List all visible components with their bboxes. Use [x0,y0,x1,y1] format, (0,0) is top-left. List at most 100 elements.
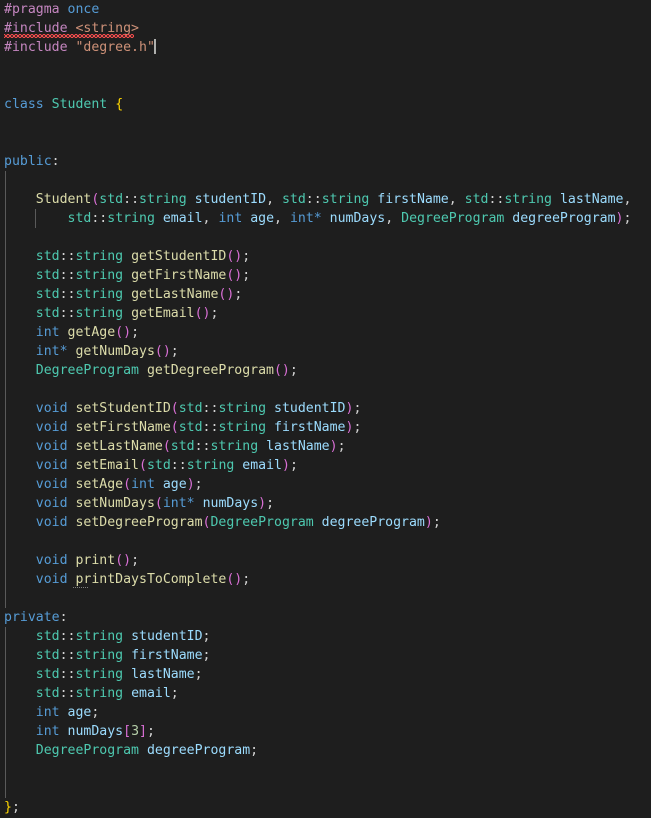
code-line[interactable] [0,228,651,247]
code-line[interactable]: std::string getEmail(); [0,304,651,323]
code-token: firstName [131,648,203,663]
code-line-content: DegreeProgram getDegreeProgram(); [0,361,651,380]
code-token: public [4,154,52,169]
code-line[interactable]: std::string firstName; [0,646,651,665]
code-line[interactable]: class Student { [0,95,651,114]
code-line[interactable]: Student(std::string studentID, std::stri… [0,190,651,209]
code-line[interactable] [0,532,651,551]
code-token: ; [91,705,100,720]
code-line[interactable]: int* getNumDays(); [0,342,651,361]
code-line-content: std::string firstName; [0,646,651,665]
code-token: [ [123,724,132,739]
code-line[interactable] [0,57,651,76]
code-line[interactable]: void setEmail(std::string email); [0,456,651,475]
code-line[interactable]: DegreeProgram getDegreeProgram(); [0,361,651,380]
code-token: std [35,648,60,663]
code-token: void [35,420,68,435]
code-line[interactable]: std::string getFirstName(); [0,266,651,285]
code-line[interactable] [0,589,651,608]
code-line[interactable]: #pragma once [0,0,651,19]
code-line[interactable]: #include <string> [0,19,651,38]
code-token: studentID [274,401,346,416]
code-token: ; [202,629,211,644]
code-token: DegreeProgram [35,743,139,758]
code-line[interactable]: #include "degree.h" [0,38,651,57]
code-line[interactable]: void setLastName(std::string lastName); [0,437,651,456]
code-line[interactable] [0,779,651,798]
code-line[interactable]: void setFirstName(std::string firstName)… [0,418,651,437]
code-token: () [226,572,243,587]
code-token: () [218,287,235,302]
code-line[interactable]: int getAge(); [0,323,651,342]
code-token: ; [131,325,140,340]
code-line[interactable]: std::string getStudentID(); [0,247,651,266]
code-line[interactable]: public: [0,152,651,171]
code-line[interactable]: std::string email; [0,684,651,703]
code-line-content: std::string getFirstName(); [0,266,651,285]
code-token: std [170,439,195,454]
code-line[interactable]: std::string lastName; [0,665,651,684]
code-line-content: DegreeProgram degreeProgram; [0,741,651,760]
code-line[interactable]: }; [0,798,651,817]
code-token: :: [170,458,187,473]
code-line[interactable]: std::string getLastName(); [0,285,651,304]
code-line[interactable] [0,171,651,190]
code-token: :: [59,667,76,682]
code-line[interactable] [0,76,651,95]
code-line[interactable]: int numDays[3]; [0,722,651,741]
code-token: , [623,192,632,207]
code-token: DegreeProgram [401,211,505,226]
code-token: : [51,154,60,169]
code-line[interactable] [0,133,651,152]
code-token: :: [488,192,505,207]
code-line[interactable]: void setAge(int age); [0,475,651,494]
code-token: int* [35,344,68,359]
code-token: () [226,268,243,283]
code-token: :: [91,211,108,226]
code-line[interactable]: void setNumDays(int* numDays); [0,494,651,513]
code-token: std [99,192,124,207]
code-line-content: std::string getEmail(); [0,304,651,323]
code-line[interactable] [0,114,651,133]
code-line[interactable]: void printDaysToComplete(); [0,570,651,589]
code-token: setFirstName [75,420,171,435]
code-line[interactable]: void print(); [0,551,651,570]
code-line[interactable]: std::string email, int age, int* numDays… [0,209,651,228]
code-text-area[interactable]: #pragma once #include <string> #include "d… [0,0,651,818]
code-line[interactable]: private: [0,608,651,627]
code-line[interactable] [0,760,651,779]
code-token: studentID [131,629,203,644]
code-line[interactable]: DegreeProgram degreeProgram; [0,741,651,760]
code-token: lastName [131,667,195,682]
code-token: ; [353,401,362,416]
code-token: void [35,553,68,568]
code-line-content: void print(); [0,551,651,570]
code-editor[interactable]: #pragma once #include <string> #include "d… [0,0,651,818]
code-line[interactable]: void setDegreeProgram(DegreeProgram degr… [0,513,651,532]
code-line-content: Student(std::string studentID, std::stri… [0,190,651,209]
code-token: setEmail [75,458,140,473]
code-line[interactable]: std::string studentID; [0,627,651,646]
code-token: } [4,800,12,815]
code-line[interactable]: void setStudentID(std::string studentID)… [0,399,651,418]
code-line-content: #pragma once [0,0,651,19]
code-line[interactable]: int age; [0,703,651,722]
code-token: string [210,439,259,454]
code-token: , [448,192,465,207]
code-line-content: void setNumDays(int* numDays); [0,494,651,513]
code-line[interactable] [0,380,651,399]
code-line-content: private: [0,608,651,627]
